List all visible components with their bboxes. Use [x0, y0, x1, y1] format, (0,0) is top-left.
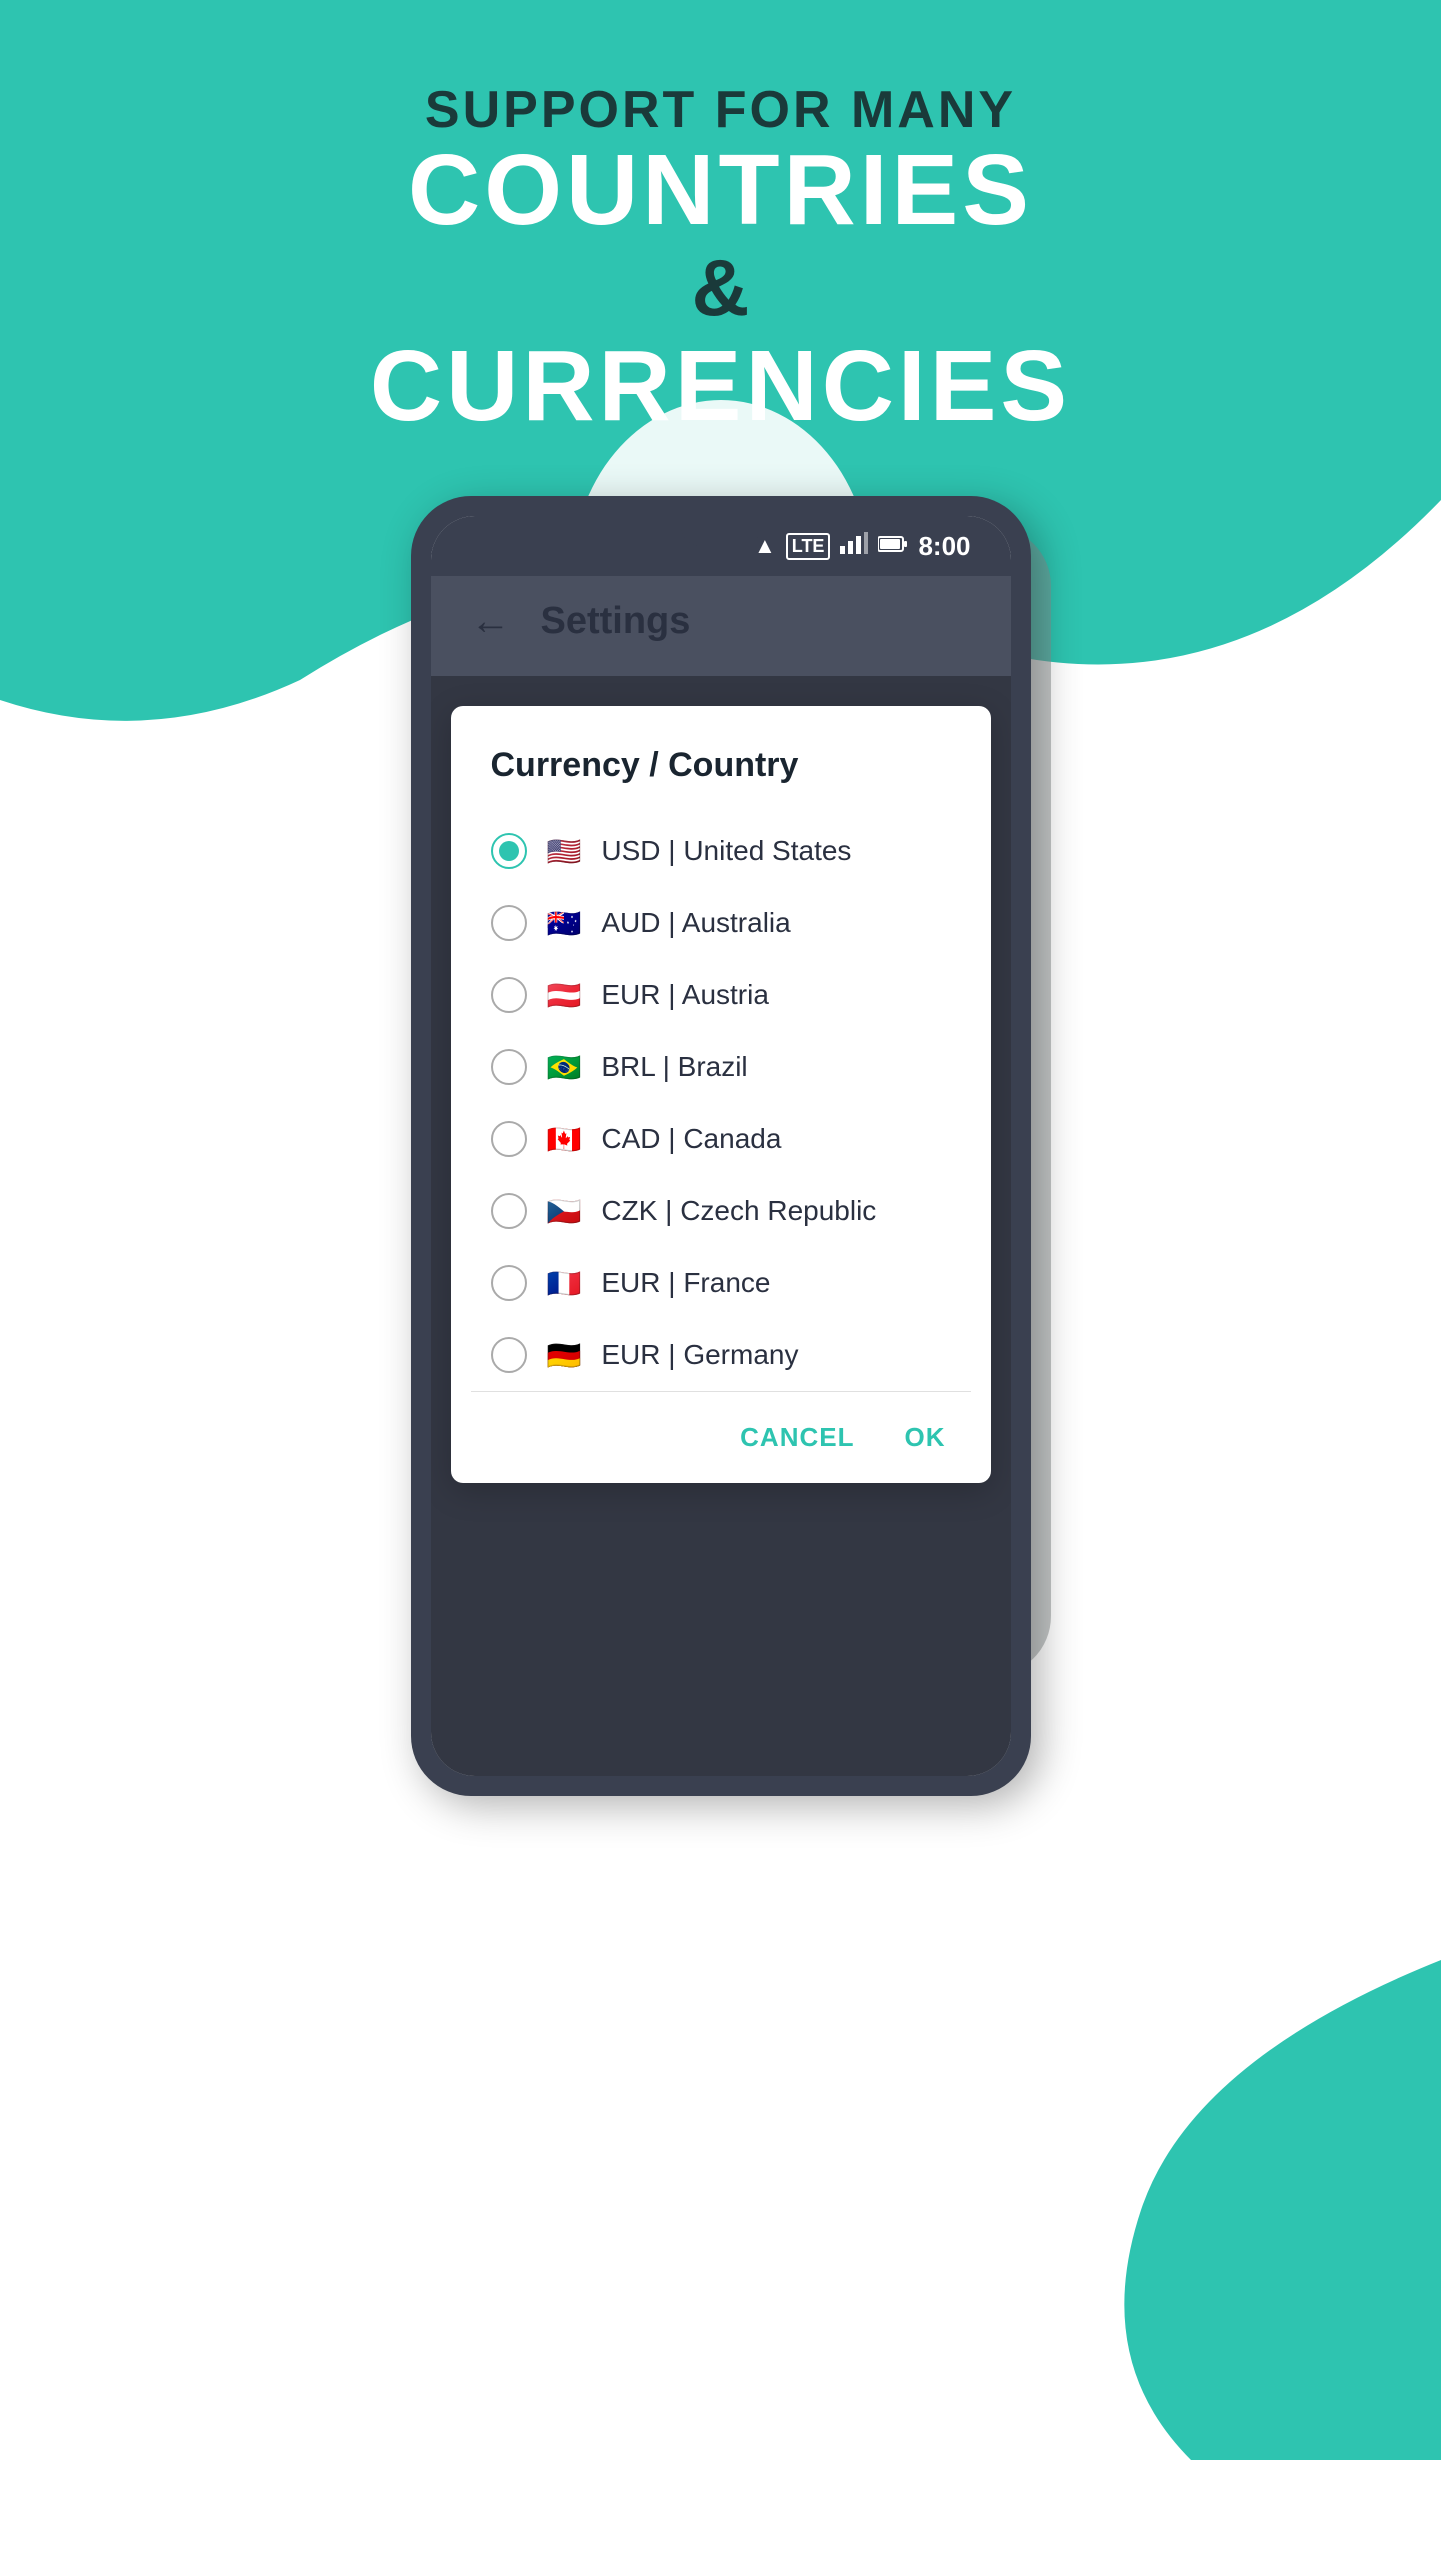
cancel-button[interactable]: CANCEL — [735, 1412, 859, 1463]
currency-dialog: Currency / Country 🇺🇸 USD | United State… — [451, 706, 991, 1483]
radio-usd[interactable] — [491, 833, 527, 869]
option-label-eur-fr: EUR | France — [601, 1267, 770, 1299]
option-label-cad: CAD | Canada — [601, 1123, 781, 1155]
option-label-czk: CZK | Czech Republic — [601, 1195, 876, 1227]
list-item[interactable]: 🇦🇺 AUD | Australia — [481, 887, 961, 959]
lte-label: LTE — [786, 533, 831, 560]
option-label-eur-at: EUR | Austria — [601, 979, 769, 1011]
phone-notch — [681, 516, 761, 546]
flag-brazil: 🇧🇷 — [547, 1051, 582, 1084]
radio-cad[interactable] — [491, 1121, 527, 1157]
status-time: 8:00 — [918, 531, 970, 562]
flag-austria: 🇦🇹 — [547, 979, 582, 1012]
radio-eur-at[interactable] — [491, 977, 527, 1013]
phone-container: ▲ LTE — [0, 496, 1441, 1796]
flag-czech: 🇨🇿 — [547, 1195, 582, 1228]
radio-czk[interactable] — [491, 1193, 527, 1229]
flag-france: 🇫🇷 — [547, 1267, 582, 1300]
status-bar: ▲ LTE — [431, 516, 1011, 576]
status-icons: ▲ LTE — [754, 531, 971, 562]
radio-aud[interactable] — [491, 905, 527, 941]
flag-usd: 🇺🇸 — [547, 835, 582, 868]
hero-subtitle: SUPPORT FOR MANY — [0, 80, 1441, 140]
hero-ampersand: & — [0, 240, 1441, 336]
radio-brl[interactable] — [491, 1049, 527, 1085]
radio-eur-de[interactable] — [491, 1337, 527, 1373]
settings-title: Settings — [541, 600, 691, 643]
hero-title-currencies: CURRENCIES — [0, 336, 1441, 436]
dialog-overlay: Currency / Country 🇺🇸 USD | United State… — [431, 676, 1011, 1776]
list-item[interactable]: 🇧🇷 BRL | Brazil — [481, 1031, 961, 1103]
option-label-usd: USD | United States — [601, 835, 851, 867]
list-item[interactable]: 🇫🇷 EUR | France — [481, 1247, 961, 1319]
flag-germany: 🇩🇪 — [547, 1339, 582, 1372]
phone-mockup: ▲ LTE — [411, 496, 1031, 1796]
app-screen: ← Settings Currency / Country 🇺🇸 USD | U — [431, 576, 1011, 1776]
option-label-eur-de: EUR | Germany — [601, 1339, 798, 1371]
back-button[interactable]: ← — [471, 599, 511, 644]
option-label-brl: BRL | Brazil — [601, 1051, 747, 1083]
option-label-aud: AUD | Australia — [601, 907, 790, 939]
list-item[interactable]: 🇺🇸 USD | United States — [481, 815, 961, 887]
radio-eur-fr[interactable] — [491, 1265, 527, 1301]
phone-screen: ▲ LTE — [431, 516, 1011, 1776]
battery-icon — [878, 533, 908, 559]
ok-button[interactable]: OK — [900, 1412, 951, 1463]
list-item[interactable]: 🇩🇪 EUR | Germany — [481, 1319, 961, 1391]
dialog-actions: CANCEL OK — [451, 1392, 991, 1483]
list-item[interactable]: 🇨🇿 CZK | Czech Republic — [481, 1175, 961, 1247]
flag-canada: 🇨🇦 — [547, 1123, 582, 1156]
flag-aud: 🇦🇺 — [547, 907, 582, 940]
list-item[interactable]: 🇦🇹 EUR | Austria — [481, 959, 961, 1031]
list-item[interactable]: 🇨🇦 CAD | Canada — [481, 1103, 961, 1175]
hero-title-countries: COUNTRIES — [0, 140, 1441, 240]
dialog-options: 🇺🇸 USD | United States 🇦🇺 AUD | Australi… — [451, 815, 991, 1391]
settings-header: ← Settings — [431, 576, 1011, 666]
signal-icon — [840, 532, 868, 560]
hero-section: SUPPORT FOR MANY COUNTRIES & CURRENCIES — [0, 0, 1441, 436]
dialog-title: Currency / Country — [451, 706, 991, 815]
